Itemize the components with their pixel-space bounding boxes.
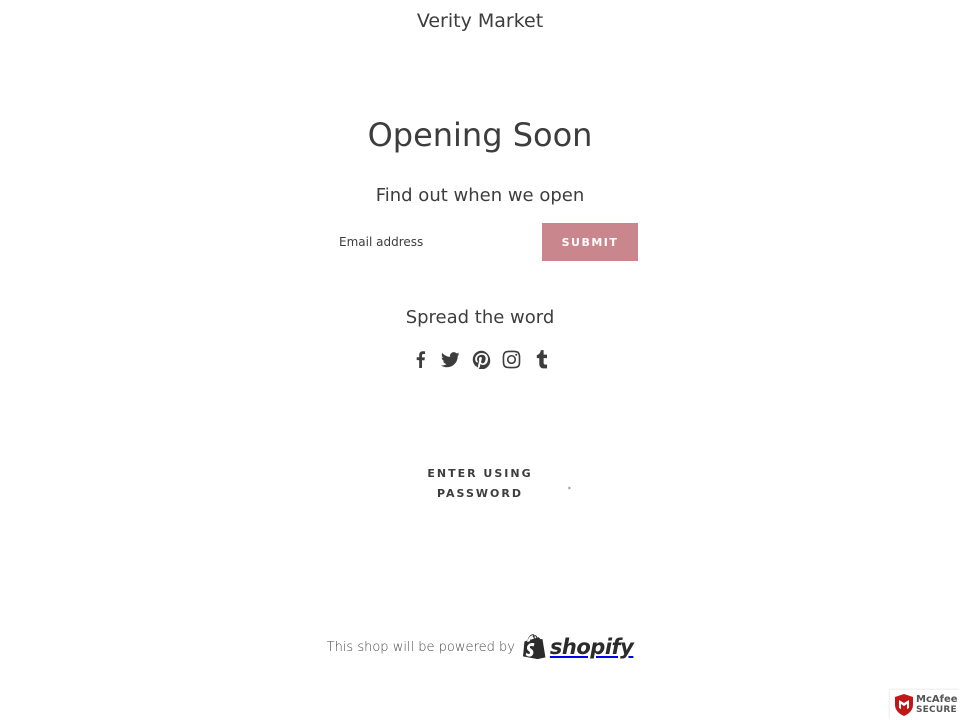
social-share-list — [408, 347, 554, 371]
page-headline: Opening Soon — [367, 116, 593, 154]
submit-button[interactable]: SUBMIT — [542, 223, 638, 261]
pinterest-icon — [472, 350, 490, 369]
instagram-icon — [502, 350, 521, 368]
enter-using-password-link[interactable]: ENTER USING PASSWORD — [420, 464, 540, 504]
pinterest-share-link[interactable] — [469, 347, 493, 371]
spread-the-word-title: Spread the word — [405, 307, 555, 328]
store-name-link[interactable]: Verity Market — [0, 8, 960, 34]
password-link-line1: ENTER USING — [427, 467, 533, 480]
tumblr-icon — [536, 349, 547, 368]
chevron-right-icon — [568, 486, 571, 490]
mcafee-text: McAfee SECURE — [916, 694, 958, 716]
signup-subhead: Find out when we open — [375, 185, 585, 206]
email-signup-form: SUBMIT — [322, 223, 638, 261]
social-item-facebook — [408, 347, 432, 371]
password-link-line2: PASSWORD — [436, 487, 523, 500]
twitter-icon — [441, 351, 460, 367]
tumblr-share-link[interactable] — [530, 347, 554, 371]
mcafee-secure-text: SECURE — [916, 705, 957, 715]
email-input[interactable] — [322, 223, 541, 261]
shopify-bag-icon — [522, 633, 546, 659]
powered-by-footer: This shop will be powered by shopify — [0, 630, 960, 664]
twitter-share-link[interactable] — [439, 347, 463, 371]
social-item-twitter — [439, 347, 463, 371]
social-item-pinterest — [469, 347, 493, 371]
powered-by-text: This shop will be powered by — [326, 639, 515, 655]
password-page: Verity Market Opening Soon Find out when… — [0, 0, 960, 720]
shopify-logo-link[interactable]: shopify — [522, 633, 634, 661]
facebook-share-link[interactable] — [408, 347, 432, 371]
social-item-tumblr — [530, 347, 554, 371]
mcafee-secure-badge[interactable]: McAfee SECURE — [890, 690, 960, 720]
social-item-instagram — [500, 347, 524, 371]
mcafee-brand-text: McAfee — [916, 694, 958, 705]
instagram-share-link[interactable] — [500, 347, 524, 371]
mcafee-shield-icon — [895, 694, 913, 716]
facebook-icon — [416, 350, 425, 368]
shopify-wordmark: shopify — [549, 635, 634, 659]
